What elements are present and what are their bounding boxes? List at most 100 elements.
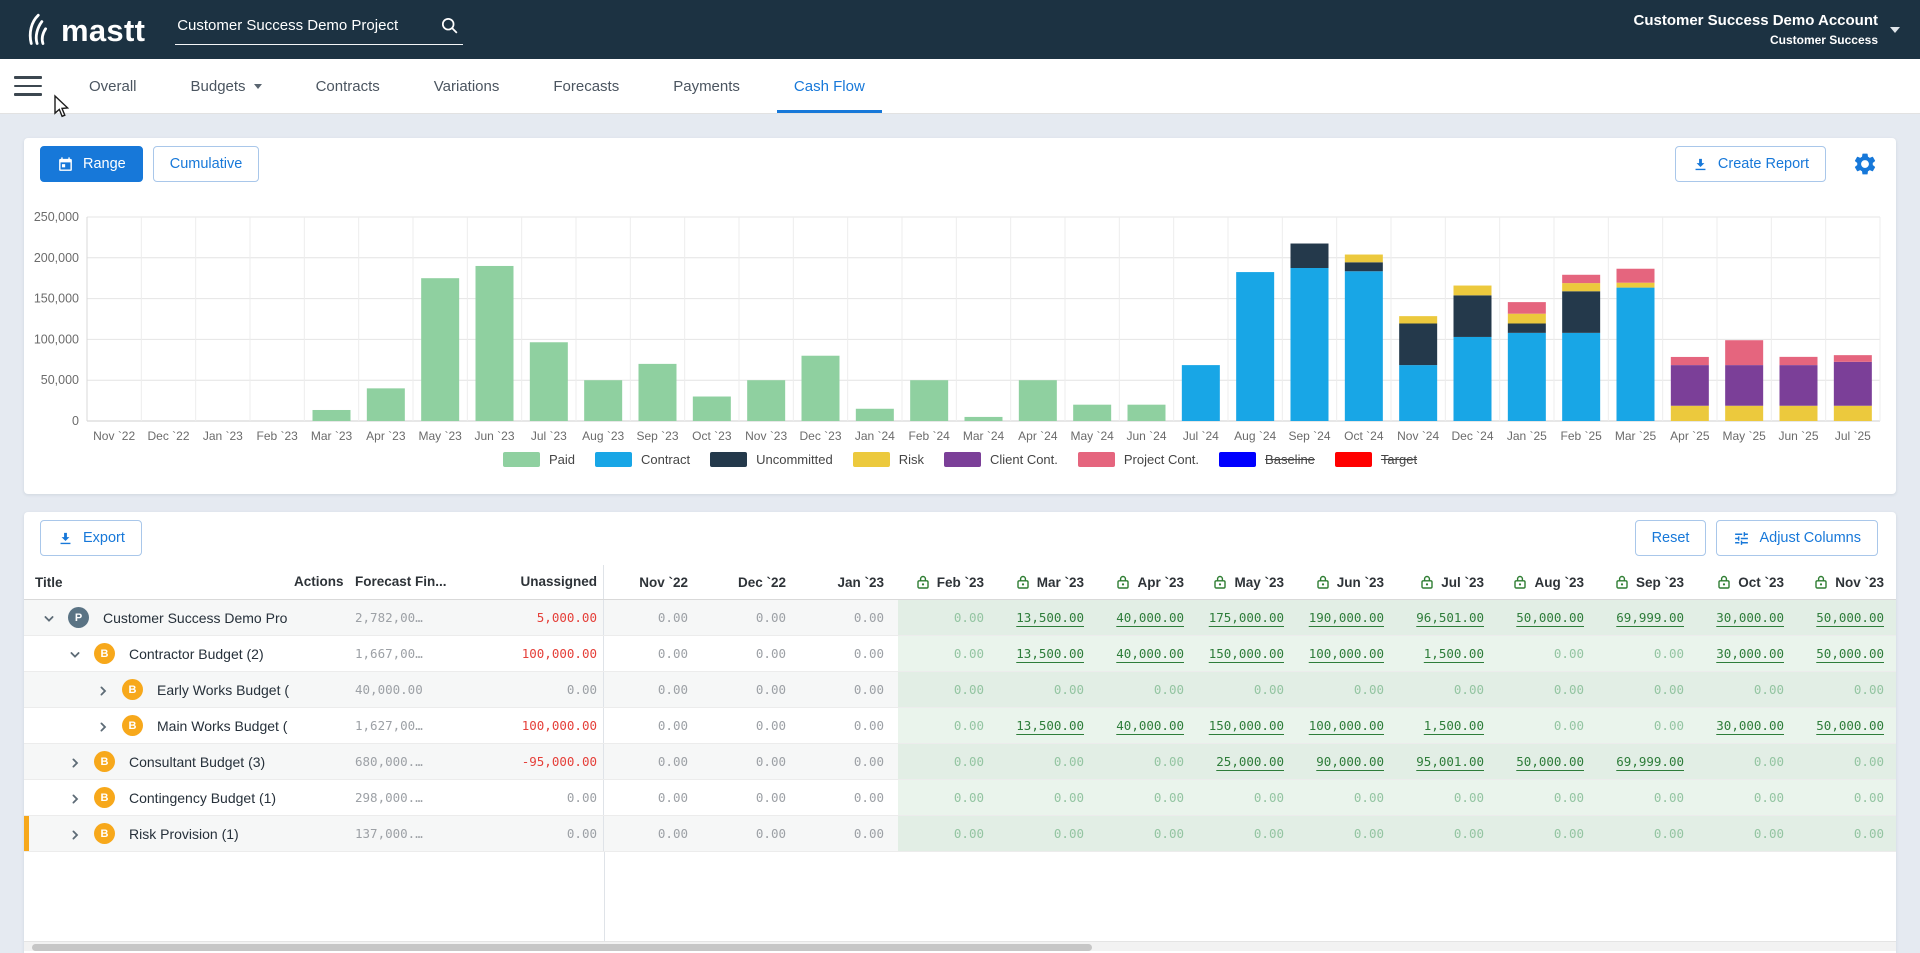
chevron-right-icon[interactable] bbox=[97, 720, 109, 732]
account-caret-icon[interactable] bbox=[1890, 27, 1900, 33]
cashflow-value-link[interactable]: 13,500.00 bbox=[1016, 718, 1084, 733]
bar-segment[interactable] bbox=[1834, 406, 1872, 421]
bar-segment[interactable] bbox=[639, 364, 677, 421]
tab-overall[interactable]: Overall bbox=[62, 59, 164, 113]
column-header[interactable]: Actions bbox=[294, 574, 344, 589]
bar-segment[interactable] bbox=[1617, 269, 1655, 283]
bar-segment[interactable] bbox=[1454, 295, 1492, 337]
month-column-header[interactable]: Sep `23 bbox=[1598, 565, 1698, 599]
bar-segment[interactable] bbox=[1780, 357, 1818, 365]
bar-segment[interactable] bbox=[1454, 286, 1492, 296]
row-title[interactable]: Contractor Budget (2) bbox=[129, 646, 264, 662]
cashflow-value-link[interactable]: 95,001.00 bbox=[1416, 754, 1484, 769]
cashflow-value-link[interactable]: 1,500.00 bbox=[1424, 718, 1484, 733]
horizontal-scrollbar[interactable] bbox=[24, 941, 1896, 951]
tab-contracts[interactable]: Contracts bbox=[289, 59, 407, 113]
row-title[interactable]: Early Works Budget ( bbox=[157, 682, 289, 698]
chevron-right-icon[interactable] bbox=[97, 684, 109, 696]
legend-item-uncommitted[interactable]: Uncommitted bbox=[710, 452, 833, 467]
cashflow-value-link[interactable]: 50,000.00 bbox=[1516, 610, 1584, 625]
bar-segment[interactable] bbox=[1508, 314, 1546, 324]
cashflow-value-link[interactable]: 50,000.00 bbox=[1816, 610, 1884, 625]
bar-segment[interactable] bbox=[1671, 357, 1709, 365]
month-column-header[interactable]: Jul `23 bbox=[1398, 565, 1498, 599]
cumulative-button[interactable]: Cumulative bbox=[153, 146, 260, 182]
tab-forecasts[interactable]: Forecasts bbox=[526, 59, 646, 113]
bar-segment[interactable] bbox=[1508, 323, 1546, 332]
cashflow-value-link[interactable]: 40,000.00 bbox=[1116, 610, 1184, 625]
legend-item-project-cont-[interactable]: Project Cont. bbox=[1078, 452, 1199, 467]
legend-item-target[interactable]: Target bbox=[1335, 452, 1417, 467]
bar-segment[interactable] bbox=[1617, 288, 1655, 421]
bar-segment[interactable] bbox=[1345, 262, 1383, 271]
bar-segment[interactable] bbox=[965, 417, 1003, 421]
bar-segment[interactable] bbox=[1399, 365, 1437, 421]
bar-segment[interactable] bbox=[1562, 333, 1600, 421]
project-search-input[interactable]: Customer Success Demo Project bbox=[175, 14, 463, 45]
search-icon[interactable] bbox=[440, 16, 459, 35]
cashflow-value-link[interactable]: 50,000.00 bbox=[1816, 718, 1884, 733]
bar-segment[interactable] bbox=[910, 380, 948, 421]
bar-segment[interactable] bbox=[1562, 283, 1600, 291]
table-row[interactable]: BContingency Budget (1)298,000.…0.000.00… bbox=[24, 780, 1896, 816]
bar-segment[interactable] bbox=[1291, 244, 1329, 268]
column-header[interactable]: Unassigned bbox=[520, 574, 597, 589]
mastt-logo[interactable]: mastt bbox=[0, 13, 145, 46]
bar-segment[interactable] bbox=[1617, 283, 1655, 288]
create-report-button[interactable]: Create Report bbox=[1675, 146, 1826, 182]
bar-segment[interactable] bbox=[1671, 365, 1709, 406]
scrollbar-thumb[interactable] bbox=[32, 944, 1092, 951]
bar-segment[interactable] bbox=[1725, 406, 1763, 421]
bar-segment[interactable] bbox=[1780, 365, 1818, 406]
menu-hamburger-icon[interactable] bbox=[14, 76, 42, 96]
bar-segment[interactable] bbox=[1834, 355, 1872, 362]
legend-item-client-cont-[interactable]: Client Cont. bbox=[944, 452, 1058, 467]
bar-segment[interactable] bbox=[1073, 405, 1111, 421]
bar-segment[interactable] bbox=[1562, 275, 1600, 283]
cashflow-value-link[interactable]: 150,000.00 bbox=[1209, 646, 1284, 661]
table-row[interactable]: BRisk Provision (1)137,000.…0.000.000.00… bbox=[24, 816, 1896, 852]
month-column-header[interactable]: Jun `23 bbox=[1298, 565, 1398, 599]
cashflow-value-link[interactable]: 13,500.00 bbox=[1016, 610, 1084, 625]
month-column-header[interactable]: Oct `23 bbox=[1698, 565, 1798, 599]
table-row[interactable]: BMain Works Budget (1,627,00…100,000.000… bbox=[24, 708, 1896, 744]
month-column-header[interactable]: Nov `23 bbox=[1798, 565, 1896, 599]
bar-segment[interactable] bbox=[367, 388, 405, 421]
table-row[interactable]: BConsultant Budget (3)680,000.…-95,000.0… bbox=[24, 744, 1896, 780]
bar-segment[interactable] bbox=[1834, 362, 1872, 406]
account-menu[interactable]: Customer Success Demo Account Customer S… bbox=[1633, 12, 1920, 47]
legend-item-risk[interactable]: Risk bbox=[853, 452, 924, 467]
row-title[interactable]: Main Works Budget ( bbox=[157, 718, 287, 734]
bar-segment[interactable] bbox=[1291, 268, 1329, 421]
bar-segment[interactable] bbox=[1671, 406, 1709, 421]
cashflow-value-link[interactable]: 69,999.00 bbox=[1616, 610, 1684, 625]
chevron-right-icon[interactable] bbox=[69, 828, 81, 840]
bar-segment[interactable] bbox=[747, 380, 785, 421]
cashflow-value-link[interactable]: 100,000.00 bbox=[1309, 718, 1384, 733]
adjust-columns-button[interactable]: Adjust Columns bbox=[1716, 520, 1878, 556]
bar-segment[interactable] bbox=[1454, 337, 1492, 421]
bar-segment[interactable] bbox=[693, 397, 731, 421]
cashflow-value-link[interactable]: 30,000.00 bbox=[1716, 610, 1784, 625]
legend-item-baseline[interactable]: Baseline bbox=[1219, 452, 1315, 467]
bar-segment[interactable] bbox=[1780, 406, 1818, 421]
reset-button[interactable]: Reset bbox=[1635, 520, 1707, 556]
bar-segment[interactable] bbox=[1345, 271, 1383, 421]
bar-segment[interactable] bbox=[1019, 380, 1057, 421]
chevron-down-icon[interactable] bbox=[254, 84, 262, 89]
cashflow-value-link[interactable]: 40,000.00 bbox=[1116, 718, 1184, 733]
bar-segment[interactable] bbox=[1182, 365, 1220, 421]
month-column-header[interactable]: May `23 bbox=[1198, 565, 1298, 599]
bar-segment[interactable] bbox=[476, 266, 514, 421]
bar-segment[interactable] bbox=[1345, 255, 1383, 263]
table-row[interactable]: BContractor Budget (2)1,667,00…100,000.0… bbox=[24, 636, 1896, 672]
bar-segment[interactable] bbox=[1399, 316, 1437, 323]
cashflow-value-link[interactable]: 1,500.00 bbox=[1424, 646, 1484, 661]
bar-segment[interactable] bbox=[530, 342, 568, 421]
bar-segment[interactable] bbox=[1562, 291, 1600, 333]
chevron-down-icon[interactable] bbox=[69, 648, 81, 660]
bar-segment[interactable] bbox=[1725, 365, 1763, 406]
cashflow-value-link[interactable]: 50,000.00 bbox=[1816, 646, 1884, 661]
cashflow-value-link[interactable]: 69,999.00 bbox=[1616, 754, 1684, 769]
bar-segment[interactable] bbox=[421, 278, 459, 421]
